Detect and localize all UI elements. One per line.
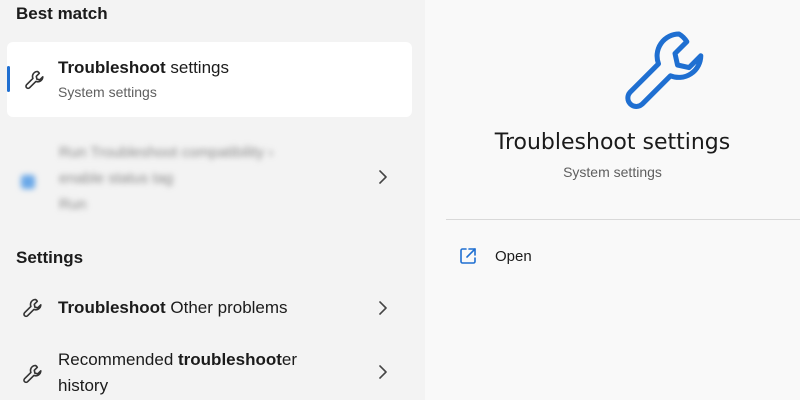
detail-subtitle: System settings [563, 164, 662, 180]
wrench-icon [21, 362, 45, 386]
results-pane: Best match Troubleshoot settings System … [0, 0, 425, 400]
best-match-subtitle: System settings [58, 84, 157, 100]
settings-result-other-problems[interactable]: Troubleshoot Other problems [7, 285, 412, 331]
open-label: Open [495, 248, 532, 265]
best-match-title: Troubleshoot settings [58, 58, 229, 77]
wrench-icon [621, 28, 709, 116]
result-title: Troubleshoot Other problems [58, 298, 288, 317]
result-title: Recommended troubleshooter [58, 350, 298, 369]
blurred-line-2: enable status tag [59, 170, 174, 187]
wrench-icon [23, 68, 47, 92]
detail-pane [425, 0, 800, 400]
chevron-right-icon[interactable] [375, 167, 391, 187]
blurred-line-1: Run Troubleshoot compatibility › [59, 144, 274, 161]
selection-indicator [7, 66, 10, 92]
result-title-line-2: history [58, 376, 109, 395]
blurred-result[interactable]: Run Troubleshoot compatibility › enable … [7, 130, 412, 220]
chevron-right-icon[interactable] [375, 362, 391, 382]
settings-result-recommended-history[interactable]: Recommended troubleshooter history [7, 340, 412, 400]
divider [446, 219, 800, 220]
best-match-heading: Best match [16, 4, 108, 23]
wrench-icon [21, 296, 45, 320]
detail-title: Troubleshoot settings [494, 130, 731, 155]
chevron-right-icon[interactable] [375, 298, 391, 318]
app-icon [21, 175, 35, 189]
open-button[interactable]: Open [455, 242, 655, 272]
open-external-icon [458, 246, 478, 266]
settings-heading: Settings [16, 248, 84, 267]
best-match-result[interactable]: Troubleshoot settings System settings [7, 42, 412, 117]
blurred-line-3: Run [59, 196, 87, 213]
